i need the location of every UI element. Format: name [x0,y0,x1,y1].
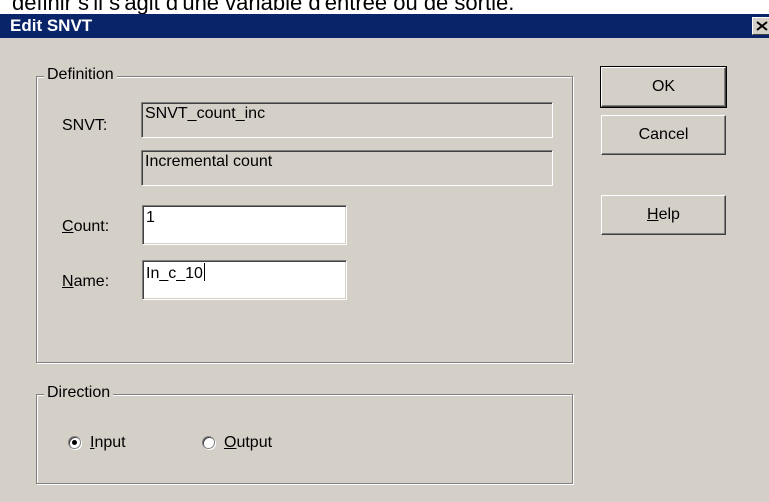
output-radio-button[interactable] [202,436,215,449]
ok-button-label: OK [651,78,676,95]
close-button[interactable] [752,17,769,35]
help-mnemonic: H [647,206,659,223]
count-label: Count: [62,217,109,237]
output-label-text: utput [236,434,273,451]
name-value: In_c_10 [146,265,203,282]
help-label-text: elp [658,206,680,223]
output-radio-label: Output [224,433,272,453]
dialog-title: Edit SNVT [10,16,93,35]
definition-legend: Definition [44,66,117,84]
count-input[interactable]: 1 [142,205,347,245]
snvt-label: SNVT: [62,117,108,134]
close-icon [756,21,768,31]
background-document-text: définir s'il s'agit d'une variable d'ent… [12,0,515,15]
radio-selected-dot [72,440,77,445]
cancel-button-label: Cancel [638,126,689,143]
text-caret [203,263,205,281]
cancel-button[interactable]: Cancel [601,115,726,155]
snvt-description-field: Incremental count [141,150,553,186]
help-button[interactable]: Help [601,195,726,235]
input-radio-option[interactable]: Input [68,432,168,454]
name-label: Name: [62,272,109,292]
name-input[interactable]: In_c_10 [142,260,347,300]
direction-legend: Direction [44,384,114,402]
input-radio-label: Input [90,433,126,453]
edit-snvt-dialog: Edit SNVT Definition SNVT: SNVT_count_in… [0,14,769,502]
count-label-mnemonic: C [62,218,74,235]
name-label-mnemonic: N [62,273,74,290]
ok-button[interactable]: OK [600,66,727,108]
help-button-label: Help [647,206,680,223]
output-radio-option[interactable]: Output [202,432,312,454]
count-value: 1 [146,209,155,226]
output-mnemonic: O [224,434,237,451]
name-label-text: ame: [73,273,110,290]
count-label-text: ount: [73,218,110,235]
snvt-name-field: SNVT_count_inc [141,102,553,138]
title-bar: Edit SNVT [0,14,769,38]
input-radio-button[interactable] [68,436,81,449]
input-label-text: nput [94,434,126,451]
